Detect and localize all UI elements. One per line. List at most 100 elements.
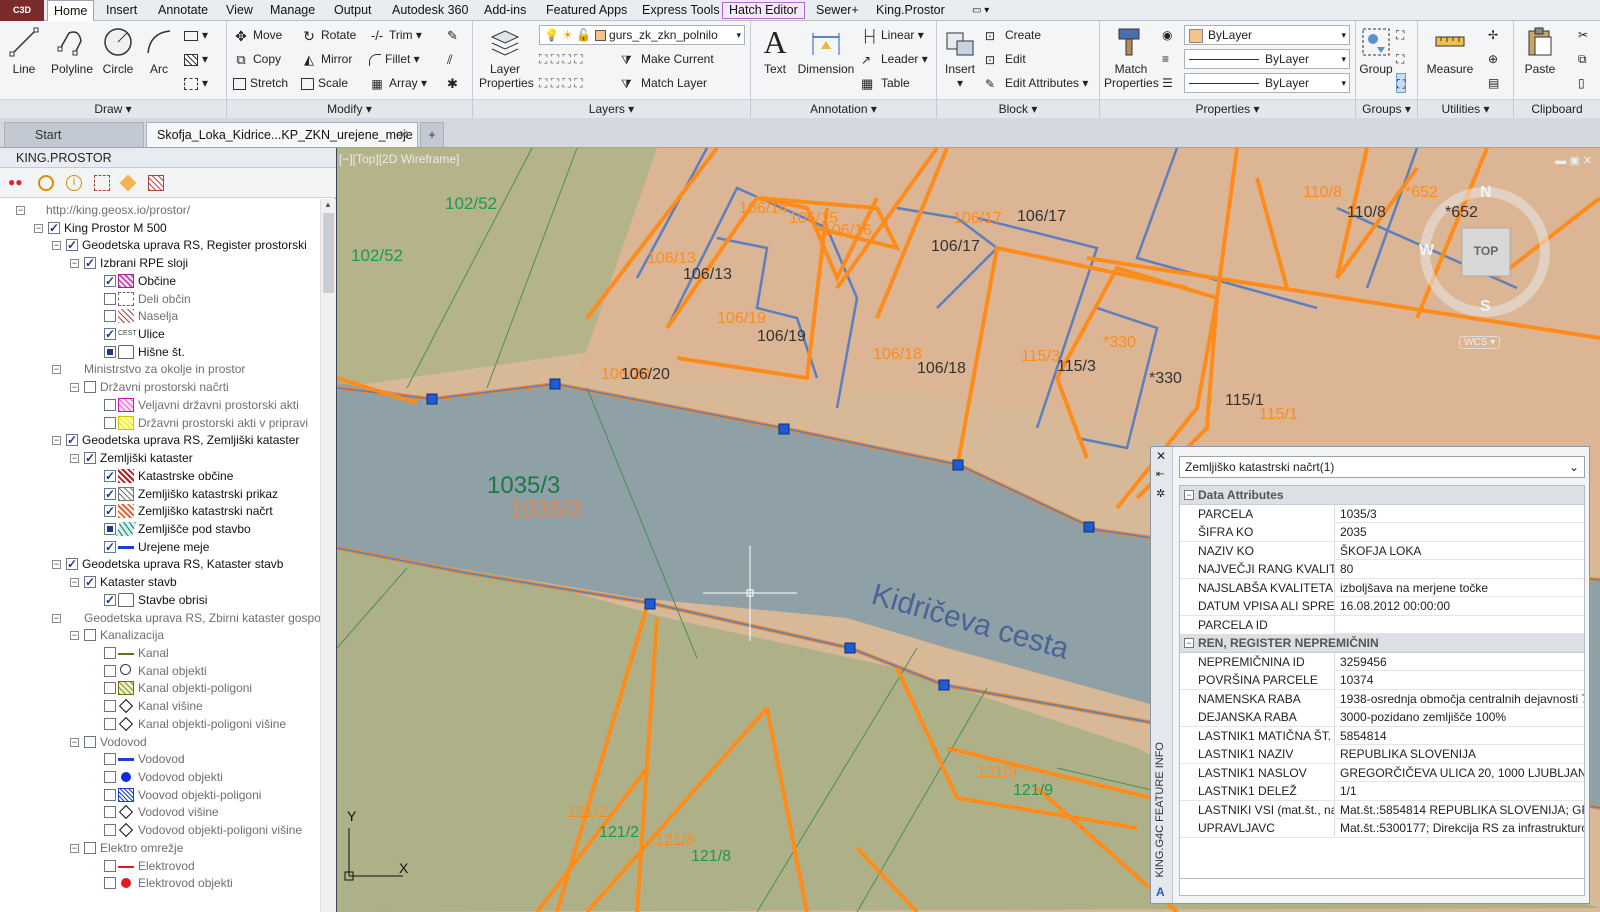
layer-checkbox[interactable] [104, 877, 116, 890]
match-layer-button[interactable]: ⧩ Match Layer [621, 73, 707, 93]
layer-checkbox[interactable] [66, 555, 78, 573]
tree-expander-icon[interactable]: − [52, 560, 61, 570]
tree-item[interactable]: Vodovod objekti [0, 768, 320, 786]
layer-checkbox[interactable] [104, 664, 116, 677]
tab-annotate[interactable]: Annotate [152, 0, 214, 21]
tab-start[interactable]: Start [4, 122, 144, 147]
make-current-button[interactable]: ⧩ Make Current [621, 49, 714, 69]
tree-item[interactable]: Elektrovod [0, 857, 320, 875]
tree-expander-icon[interactable]: − [52, 613, 61, 623]
draw-panel-title[interactable]: Draw ▾ [0, 99, 226, 118]
attribute-row[interactable]: LASTNIKI VSI (mat.št., nazi Mat.št.:58548… [1180, 800, 1584, 819]
tree-item[interactable]: Veljavni državni prostorski akti [0, 396, 320, 414]
layer-checkbox[interactable] [104, 591, 116, 609]
dimension-button[interactable]: Dimension [795, 25, 857, 76]
tab-add-ins[interactable]: Add-ins [478, 0, 532, 21]
linetype-dropdown[interactable]: ByLayer ▾ [1184, 49, 1350, 69]
paste-button[interactable]: Paste [1518, 25, 1562, 76]
attribute-row[interactable]: LASTNIK1 NAZIV REPUBLIKA SLOVENIJA [1180, 745, 1584, 764]
calculator-icon[interactable]: ▤ [1488, 73, 1499, 93]
group-edit-icon[interactable]: ⛶ [1396, 49, 1404, 69]
tab-home[interactable]: Home [47, 0, 95, 21]
tree-item[interactable]: Kanal višine [0, 697, 320, 715]
boundary-tool[interactable]: ▾ [184, 73, 208, 93]
new-tab-button[interactable]: + [420, 122, 444, 147]
layer-checkbox[interactable] [104, 502, 116, 520]
fillet-button[interactable]: Fillet ▾ [369, 49, 420, 69]
trim-button[interactable]: -/- Trim ▾ [369, 25, 422, 45]
tree-expander-icon[interactable]: − [70, 454, 79, 464]
viewport-controls-label[interactable]: [−][Top][2D Wireframe] [339, 152, 459, 166]
id-point-icon[interactable]: ✢ [1488, 25, 1498, 45]
tree-item[interactable]: Vodovod višine [0, 803, 320, 821]
attribute-row[interactable]: LASTNIK1 DELEŽ 1/1 [1180, 782, 1584, 801]
hatch-layer-icon[interactable] [148, 175, 164, 191]
leader-button[interactable]: ↗ Leader ▾ [861, 49, 928, 69]
tree-expander-icon[interactable]: − [52, 365, 61, 375]
tree-item[interactable]: Kanal objekti-poligoni [0, 679, 320, 697]
tree-expander-icon[interactable]: − [70, 631, 79, 641]
layer-checkbox[interactable] [104, 538, 116, 556]
tree-item[interactable]: Elektrovod objekti [0, 874, 320, 892]
tab-king-prostor[interactable]: King.Prostor [870, 0, 951, 21]
point-style-icon[interactable]: ⊕ [1488, 49, 1498, 69]
tree-item[interactable]: Zemljišče pod stavbo [0, 520, 320, 538]
line-button[interactable]: Line [4, 25, 44, 76]
color-dropdown[interactable]: ByLayer ▾ [1184, 25, 1350, 45]
attribute-row[interactable]: LASTNIK1 MATIČNA ŠT. 5854814 [1180, 726, 1584, 745]
linear-button[interactable]: ├┤ Linear ▾ [861, 25, 924, 45]
layer-tools-row-2[interactable]: ⛶ ⛶ ⛶ ⛶ [539, 73, 583, 93]
tree-item[interactable]: Naselja [0, 307, 320, 325]
tree-item[interactable]: Stavbe obrisi [0, 591, 320, 609]
collapse-section-icon[interactable]: − [1184, 638, 1194, 648]
tree-item[interactable]: − Vodovod [0, 733, 320, 751]
attribute-row[interactable]: NAJSLABŠA KVALITETA TO izboljšava na merj… [1180, 578, 1584, 597]
tree-item[interactable]: Deli občin [0, 290, 320, 308]
tree-item[interactable]: − Geodetska uprava RS, Zbirni kataster go… [0, 609, 320, 627]
attribute-section-header[interactable]: − Data Attributes [1180, 486, 1584, 505]
layer-checkbox[interactable] [104, 522, 116, 535]
tab-sewer-plus[interactable]: Sewer+ [810, 0, 865, 21]
tree-item[interactable]: Državni prostorski akti v pripravi [0, 414, 320, 432]
tab-drawing[interactable]: Skofja_Loka_Kidrice...KP_ZKN_urejene_mej… [146, 122, 418, 147]
tab-manage[interactable]: Manage [264, 0, 321, 21]
feature-selector-dropdown[interactable]: Zemljiško katastrski načrt(1) ⌄ [1179, 456, 1585, 478]
layer-checkbox[interactable] [104, 806, 116, 819]
tree-scrollbar[interactable]: ▲ [320, 199, 336, 912]
tree-item[interactable]: Kanal objekti-poligoni višine [0, 715, 320, 733]
layer-checkbox[interactable] [104, 485, 116, 503]
tree-item[interactable]: − Geodetska uprava RS, Zemljiški kataster [0, 431, 320, 449]
layer-checkbox[interactable] [66, 236, 78, 254]
viewport-window-controls[interactable]: ▬ ▣ ✕ [1555, 154, 1592, 167]
tree-expander-icon[interactable]: − [70, 843, 79, 853]
layer-checkbox[interactable] [104, 682, 116, 695]
layer-checkbox[interactable] [48, 219, 60, 237]
create-block-button[interactable]: ⊡ Create [985, 25, 1041, 45]
layer-checkbox[interactable] [104, 788, 116, 801]
copy-button[interactable]: ⧉ Copy [233, 49, 281, 69]
tab-output[interactable]: Output [328, 0, 378, 21]
ribbon-minimize-icon[interactable]: ▭ ▾ [966, 0, 995, 21]
tree-item[interactable]: Zemljiško katastrski prikaz [0, 485, 320, 503]
attribute-row[interactable]: PARCELA 1035/3 [1180, 504, 1584, 523]
layers-panel-title[interactable]: Layers ▾ [473, 99, 750, 118]
attribute-section-header[interactable]: − REN, REGISTER NEPREMIČNIN [1180, 634, 1584, 653]
attribute-row[interactable]: POVRŠINA PARCELE 10374 [1180, 671, 1584, 690]
attribute-row[interactable]: PARCELA ID [1180, 615, 1584, 634]
wcs-menu[interactable]: WCS ▾ [1459, 336, 1501, 349]
arc-button[interactable]: Arc [140, 25, 178, 76]
lineweight-dropdown[interactable]: ByLayer ▾ [1184, 73, 1350, 93]
layer-checkbox[interactable] [104, 325, 116, 343]
utilities-panel-title[interactable]: Utilities ▾ [1418, 99, 1513, 118]
tree-item[interactable]: Katastrske občine [0, 467, 320, 485]
layer-tools-row-1[interactable]: ⛶ ⛶ ⛶ ⛶ [539, 49, 583, 69]
layer-checkbox[interactable] [104, 398, 116, 411]
layer-checkbox[interactable] [84, 254, 96, 272]
layer-checkbox[interactable] [84, 449, 96, 467]
annotation-panel-title[interactable]: Annotation ▾ [751, 99, 936, 118]
circle-button[interactable]: Circle [98, 25, 138, 76]
array-button[interactable]: ▦ Array ▾ [369, 73, 427, 93]
tree-item[interactable]: CESTUlice [0, 325, 320, 343]
attribute-row[interactable]: NAJVEČJI RANG KVALITET 80 [1180, 560, 1584, 579]
tree-scrollbar-thumb[interactable] [323, 213, 334, 293]
